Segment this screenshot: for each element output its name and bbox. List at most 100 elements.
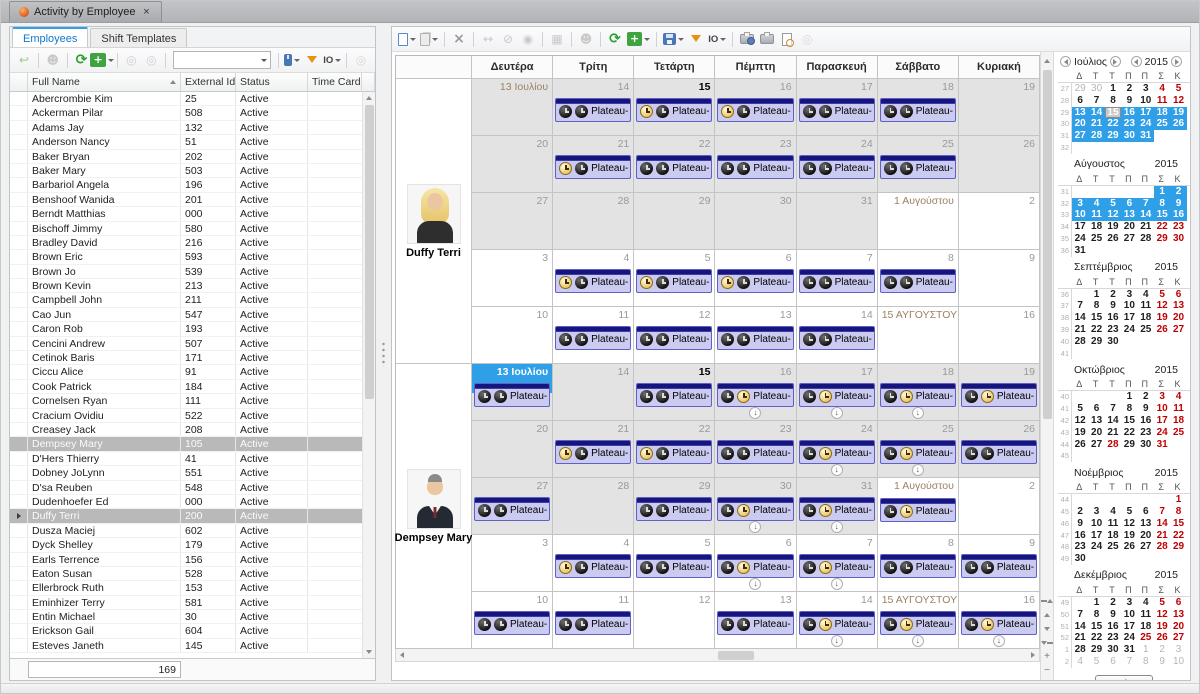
calendar-day[interactable]: 21 [1072,632,1088,644]
appointment[interactable]: Plateau-Duf [636,98,713,122]
day-cell[interactable]: 7 Plateau-Der [796,535,878,592]
calendar-day[interactable]: 22 [1121,427,1137,439]
calendar-day[interactable]: 25 [1105,541,1121,553]
calendar-day[interactable]: 16 [1105,621,1121,633]
calendar-day[interactable]: 26 [1154,324,1170,336]
appointment[interactable]: Plateau-Der [798,554,875,578]
calendar-day[interactable]: 6 [1170,597,1186,609]
calendar-day[interactable]: 7 [1072,609,1088,621]
day-cell[interactable]: 3 [472,250,554,307]
calendar-day[interactable]: 17 [1121,621,1137,633]
calendar-day[interactable]: 3 [1138,83,1154,95]
prev-year-icon[interactable] [1130,56,1142,67]
employee-row[interactable]: Eminhizer Terry 581 Active [10,595,375,611]
io-menu-button[interactable]: IO [323,50,342,70]
appointment[interactable]: Plateau-Der [474,611,551,635]
calendar-day[interactable]: 10 [1138,95,1154,107]
appointment[interactable]: Plateau-Duf [636,269,713,293]
calendar-day[interactable]: 9 [1105,300,1121,312]
scheduler-horizontal-scrollbar[interactable] [395,649,1040,662]
calendar-day[interactable]: 9 [1138,403,1154,415]
day-cell[interactable]: 29 Plateau-Der [634,478,716,535]
employee-row[interactable]: Caron Rob 193 Active [10,322,375,337]
more-circle-icon-button[interactable]: ◎ [798,29,816,49]
calendar-day[interactable]: 14 [1154,518,1170,530]
calendar-day[interactable]: 24 [1121,324,1137,336]
employee-row[interactable]: Cracium Ovidiu 522 Active [10,408,375,423]
employee-row[interactable]: D'Hers Thierry 41 Active [10,451,375,467]
calendar-day[interactable]: 4 [1170,391,1186,403]
appointment[interactable]: Plateau-Der [798,383,875,407]
scrollbar-thumb[interactable] [717,650,754,660]
day-cell[interactable]: 9 [958,250,1040,307]
calendar-day[interactable]: 11 [1154,95,1170,107]
io-menu-button[interactable]: IO [707,29,727,49]
more-appointments-icon[interactable] [749,407,762,419]
day-cell[interactable]: 11 Plateau-Der [553,592,635,649]
calendar-day[interactable]: 27 [1088,439,1104,451]
appointment[interactable]: Plateau-Der [798,497,875,521]
day-cell[interactable]: 8 Plateau-Der [877,535,959,592]
print-preview-icon-button[interactable] [778,29,796,49]
calendar-day[interactable]: 2 [1105,597,1121,609]
calendar-day[interactable]: 4 [1072,656,1088,668]
appointment[interactable]: Plateau-Der [636,440,713,464]
calendar-day[interactable]: 17 [1121,312,1137,324]
day-cell[interactable]: 23 Plateau-Duf [715,136,797,193]
day-cell[interactable]: 4 Plateau-Der [553,535,635,592]
employee-row[interactable]: Benshoof Wanida 201 Active [10,192,375,208]
scrollbar-thumb[interactable] [1042,70,1052,420]
day-cell[interactable]: 8 Plateau-Duf [877,250,959,307]
calendar-day[interactable]: 2 [1138,391,1154,403]
appointment[interactable]: Plateau-Der [717,611,794,635]
day-cell[interactable]: 14 Plateau-Duf [553,79,635,136]
day-cell[interactable]: 29 [634,193,716,250]
prev-month-icon[interactable] [1060,56,1071,67]
employee-row[interactable]: Baker Bryan 202 Active [10,149,375,164]
appointment[interactable]: Plateau-Duf [879,269,956,293]
calendar-day[interactable]: 16 [1072,530,1088,542]
calendar-day[interactable]: 26 [1170,118,1187,131]
day-cell[interactable]: 24 Plateau-Duf [796,136,878,193]
calendar-day[interactable]: 3 [1154,391,1170,403]
employee-row[interactable]: Brown Kevin 213 Active [10,279,375,294]
day-cell[interactable]: 31 [796,193,878,250]
day-cell[interactable]: 18 Plateau-Duf [877,79,959,136]
appointment[interactable]: Plateau-Der [636,554,713,578]
calendar-day[interactable]: 7 [1072,300,1088,312]
appointment[interactable]: Plateau-Der [555,611,632,635]
appointment[interactable]: Plateau-Duf [879,155,956,179]
calendar-day[interactable]: 27 [1138,541,1154,553]
calendar-day[interactable]: 31 [1154,439,1170,451]
more-appointments-icon[interactable] [749,578,762,590]
calendar-day[interactable]: 19 [1072,427,1088,439]
calendar-day[interactable]: 4 [1154,83,1170,95]
calendar-day[interactable]: 2 [1154,644,1170,656]
calendar-day[interactable]: 9 [1072,518,1088,530]
appointment[interactable]: Plateau-Der [960,383,1037,407]
calendar-day[interactable]: 2 [1072,506,1088,518]
assignments-icon-button[interactable]: ☻ [577,29,595,49]
calendar-day[interactable]: 19 [1170,106,1187,119]
day-cell[interactable]: 14 Plateau-Der [796,592,878,649]
employee-row[interactable]: Dusza Maciej 602 Active [10,523,375,539]
calendar-day[interactable]: 19 [1154,621,1170,633]
calendar-day[interactable]: 29 [1088,644,1104,656]
calendar-day[interactable]: 28 [1088,130,1105,142]
appointment[interactable]: Plateau-Der [960,440,1037,464]
day-cell[interactable]: 5 Plateau-Duf [634,250,716,307]
calendar-day[interactable]: 15 [1121,415,1137,427]
scroll-left-icon[interactable] [396,649,408,662]
employee-row[interactable]: Berndt Matthias 000 Active [10,207,375,222]
calendar-day[interactable]: 5 [1170,83,1186,95]
employee-row[interactable]: Barbariol Angela 196 Active [10,178,375,193]
calendar-day[interactable]: 3 [1121,597,1137,609]
collapse-top-icon[interactable] [1041,595,1053,607]
employee-row[interactable]: Esteves Janeth 145 Active [10,638,375,654]
day-cell[interactable]: 30 Plateau-Der [715,478,797,535]
calendar-day[interactable]: 26 [1154,632,1170,644]
appointment[interactable]: Plateau-Der [555,554,632,578]
calendar-day[interactable]: 25 [1138,632,1154,644]
next-year-icon[interactable] [1171,56,1182,67]
calendar-day[interactable]: 29 [1072,83,1088,95]
